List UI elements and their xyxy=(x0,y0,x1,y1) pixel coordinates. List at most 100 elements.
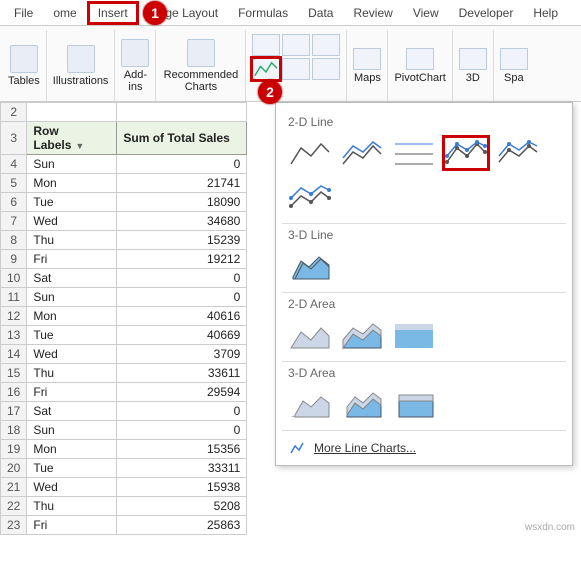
line-chart-100stacked[interactable] xyxy=(390,135,438,171)
row-header[interactable]: 4 xyxy=(1,155,27,174)
row-header[interactable]: 6 xyxy=(1,193,27,212)
cell[interactable]: 15938 xyxy=(117,478,247,497)
area-chart-100stacked[interactable] xyxy=(390,317,438,353)
cell[interactable]: 18090 xyxy=(117,193,247,212)
cell[interactable]: Mon xyxy=(27,307,117,326)
cell[interactable]: Tue xyxy=(27,326,117,345)
cell[interactable]: 5208 xyxy=(117,497,247,516)
tab-developer[interactable]: Developer xyxy=(449,2,524,24)
cell[interactable]: Tue xyxy=(27,459,117,478)
cell[interactable]: Sat xyxy=(27,269,117,288)
tab-file[interactable]: File xyxy=(4,2,43,24)
cell[interactable]: 21741 xyxy=(117,174,247,193)
row-header[interactable]: 17 xyxy=(1,402,27,421)
cell[interactable]: 33611 xyxy=(117,364,247,383)
cell[interactable]: Sun xyxy=(27,288,117,307)
row-header[interactable]: 23 xyxy=(1,516,27,535)
tab-home[interactable]: ome xyxy=(43,2,86,24)
cell[interactable]: 15356 xyxy=(117,440,247,459)
chart-type-hierarchy-icon[interactable] xyxy=(282,34,310,56)
cell[interactable] xyxy=(117,103,247,122)
row-header[interactable]: 7 xyxy=(1,212,27,231)
row-header[interactable]: 10 xyxy=(1,269,27,288)
cell[interactable]: 15239 xyxy=(117,231,247,250)
more-line-charts[interactable]: More Line Charts... xyxy=(286,435,562,461)
chart-type-combo-icon[interactable] xyxy=(312,58,340,80)
row-header[interactable]: 14 xyxy=(1,345,27,364)
cell[interactable] xyxy=(27,103,117,122)
pivot-rowlabels-header[interactable]: Row Labels▼ xyxy=(27,122,117,155)
cell[interactable]: Wed xyxy=(27,345,117,364)
cell[interactable]: 0 xyxy=(117,421,247,440)
chart-type-waterfall-icon[interactable] xyxy=(312,34,340,56)
line-chart-basic[interactable] xyxy=(286,135,334,171)
cell[interactable]: 0 xyxy=(117,402,247,421)
line-chart-stacked[interactable] xyxy=(338,135,386,171)
cell[interactable]: Tue xyxy=(27,193,117,212)
cell[interactable]: 34680 xyxy=(117,212,247,231)
row-header[interactable]: 13 xyxy=(1,326,27,345)
row-header[interactable]: 5 xyxy=(1,174,27,193)
spreadsheet[interactable]: 23Row Labels▼Sum of Total Sales4Sun05Mon… xyxy=(0,102,247,535)
tab-formulas[interactable]: Formulas xyxy=(228,2,298,24)
tab-insert[interactable]: Insert xyxy=(87,1,139,25)
cell[interactable]: 29594 xyxy=(117,383,247,402)
tab-review[interactable]: Review xyxy=(343,2,402,24)
cell[interactable]: 0 xyxy=(117,269,247,288)
row-header[interactable]: 20 xyxy=(1,459,27,478)
cell[interactable]: 25863 xyxy=(117,516,247,535)
cell[interactable]: Thu xyxy=(27,231,117,250)
chart-type-line-icon[interactable] xyxy=(252,58,280,80)
row-header[interactable]: 19 xyxy=(1,440,27,459)
row-header[interactable]: 18 xyxy=(1,421,27,440)
row-header[interactable]: 2 xyxy=(1,103,27,122)
cell[interactable]: 3709 xyxy=(117,345,247,364)
cell[interactable]: Mon xyxy=(27,174,117,193)
group-sparklines[interactable]: Spa xyxy=(494,30,534,101)
line-chart-stacked-markers[interactable] xyxy=(494,135,542,171)
tab-data[interactable]: Data xyxy=(298,2,343,24)
row-header[interactable]: 12 xyxy=(1,307,27,326)
area3d-chart-100stacked[interactable] xyxy=(390,386,438,422)
group-addins[interactable]: Add- ins xyxy=(115,30,156,101)
cell[interactable]: Sun xyxy=(27,155,117,174)
area-chart-stacked[interactable] xyxy=(338,317,386,353)
cell[interactable]: Mon xyxy=(27,440,117,459)
line-chart-markers[interactable] xyxy=(442,135,490,171)
tab-view[interactable]: View xyxy=(403,2,449,24)
cell[interactable]: Fri xyxy=(27,383,117,402)
group-3d[interactable]: 3D xyxy=(453,30,494,101)
group-maps[interactable]: Maps xyxy=(347,30,388,101)
cell[interactable]: Sun xyxy=(27,421,117,440)
cell[interactable]: 19212 xyxy=(117,250,247,269)
cell[interactable]: 0 xyxy=(117,288,247,307)
cell[interactable]: Thu xyxy=(27,497,117,516)
line-chart-100stacked-markers[interactable] xyxy=(286,179,334,215)
row-header[interactable]: 8 xyxy=(1,231,27,250)
line3d-chart[interactable] xyxy=(286,248,334,284)
cell[interactable]: Thu xyxy=(27,364,117,383)
cell[interactable]: Fri xyxy=(27,516,117,535)
pivot-values-header[interactable]: Sum of Total Sales xyxy=(117,122,247,155)
group-illustrations[interactable]: Illustrations xyxy=(47,30,116,101)
row-header[interactable]: 16 xyxy=(1,383,27,402)
area-chart-basic[interactable] xyxy=(286,317,334,353)
chart-type-statistic-icon[interactable] xyxy=(282,58,310,80)
cell[interactable]: Wed xyxy=(27,212,117,231)
group-pivotchart[interactable]: PivotChart xyxy=(388,30,452,101)
area3d-chart-basic[interactable] xyxy=(286,386,334,422)
row-header[interactable]: 21 xyxy=(1,478,27,497)
row-header[interactable]: 9 xyxy=(1,250,27,269)
cell[interactable]: 40616 xyxy=(117,307,247,326)
cell[interactable]: Fri xyxy=(27,250,117,269)
chart-type-column-icon[interactable] xyxy=(252,34,280,56)
group-tables[interactable]: Tables xyxy=(2,30,47,101)
cell[interactable]: 0 xyxy=(117,155,247,174)
cell[interactable]: 40669 xyxy=(117,326,247,345)
row-header[interactable]: 11 xyxy=(1,288,27,307)
row-header[interactable]: 15 xyxy=(1,364,27,383)
row-header[interactable]: 3 xyxy=(1,122,27,155)
tab-help[interactable]: Help xyxy=(523,2,568,24)
area3d-chart-stacked[interactable] xyxy=(338,386,386,422)
cell[interactable]: 33311 xyxy=(117,459,247,478)
